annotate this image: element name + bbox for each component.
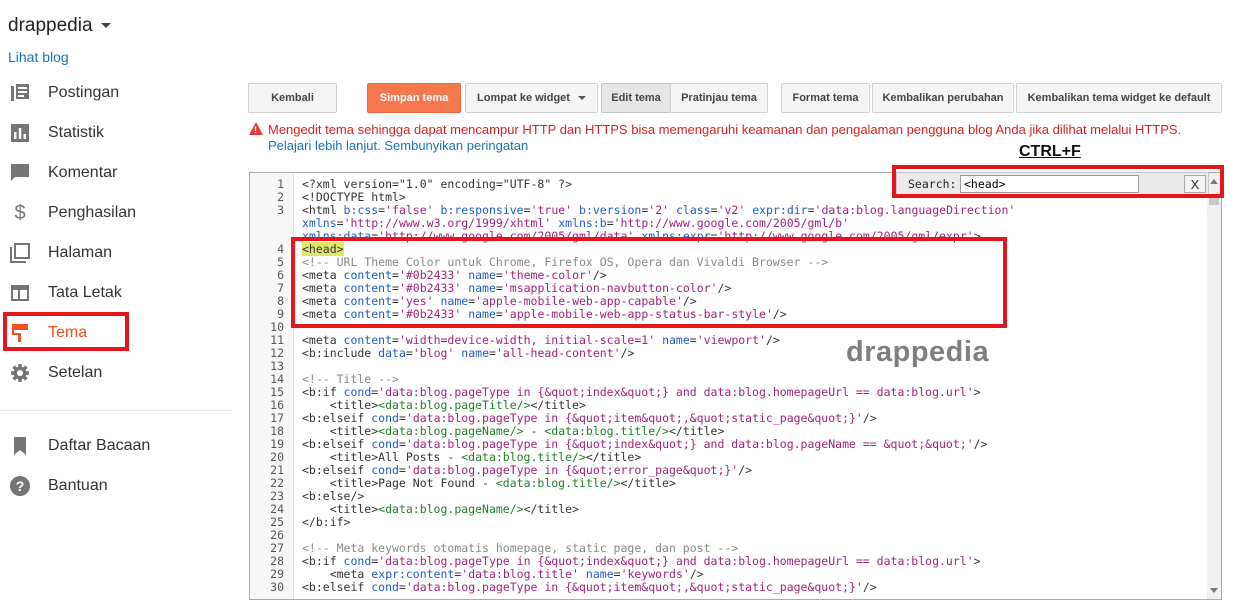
jump-to-widget-dropdown[interactable]: Lompat ke widget — [465, 83, 598, 113]
code-text: <b:include data='blog' name='all-head-co… — [302, 346, 635, 360]
edit-theme-button[interactable]: Edit tema — [601, 83, 671, 113]
code-line[interactable]: 12 <b:include data='blog' name='all-head-… — [250, 347, 1205, 360]
warning-icon: ! — [249, 122, 263, 135]
sidebar-item-tata-letak[interactable]: Tata Letak — [0, 273, 232, 313]
format-theme-button[interactable]: Format tema — [781, 83, 870, 113]
caret-down-icon — [100, 23, 111, 29]
save-theme-button[interactable]: Simpan tema — [367, 83, 461, 113]
search-bar: Search: X — [896, 172, 1209, 196]
comment-icon — [9, 162, 31, 184]
sidebar-item-label: Statistik — [48, 124, 105, 141]
sidebar-item-label: Tema — [48, 324, 88, 341]
sidebar-item-postingan[interactable]: Postingan — [0, 73, 232, 113]
scroll-thumb[interactable] — [1209, 197, 1219, 205]
back-button[interactable]: Kembali — [248, 83, 337, 113]
dismiss-warning-link[interactable]: Sembunyikan peringatan — [384, 138, 528, 153]
revert-changes-button[interactable]: Kembalikan perubahan — [872, 83, 1014, 113]
scroll-up-arrow-icon[interactable] — [1210, 179, 1218, 184]
sidebar-item-label: Postingan — [48, 84, 120, 101]
sidebar-item-daftar-bacaan[interactable]: Daftar Bacaan — [0, 426, 232, 466]
sidebar-item-label: Halaman — [48, 244, 113, 261]
blog-name: drappedia — [8, 15, 93, 36]
sidebar-item-label: Setelan — [48, 364, 103, 381]
sidebar-item-label: Daftar Bacaan — [48, 437, 151, 454]
close-search-button[interactable]: X — [1184, 175, 1206, 193]
layout-icon — [9, 282, 31, 304]
scroll-down-arrow-icon[interactable] — [1210, 588, 1218, 593]
warning-links: Pelajari lebih lanjut. Sembunyikan perin… — [268, 138, 528, 153]
code-line[interactable]: 24 <title><data:blog.pageName/></title> — [250, 503, 1205, 516]
search-label: Search: — [908, 177, 957, 191]
stats-icon — [9, 122, 31, 144]
sidebar-item-label: Tata Letak — [48, 284, 122, 301]
blog-selector[interactable]: drappedia — [8, 15, 111, 37]
search-input[interactable] — [960, 175, 1139, 193]
gear-icon — [9, 362, 31, 384]
sidebar-item-label: Bantuan — [48, 477, 108, 494]
code-line[interactable]: 9 <meta content='#0b2433' name='apple-mob… — [250, 308, 1205, 321]
sidebar-item-halaman[interactable]: Halaman — [0, 233, 232, 273]
code-text: </b:if> — [302, 515, 351, 529]
jump-to-widget-label: Lompat ke widget — [477, 92, 570, 104]
sidebar-item-tema[interactable]: Tema — [0, 313, 232, 353]
ctrl-f-hint: CTRL+F — [1019, 143, 1081, 160]
line-number: 3 — [277, 203, 284, 217]
view-blog-link[interactable]: Lihat blog — [8, 49, 69, 65]
sidebar-item-statistik[interactable]: Statistik — [0, 113, 232, 153]
sidebar: drappedia Lihat blog Postingan Statistik… — [0, 0, 235, 600]
svg-text:?: ? — [16, 478, 25, 494]
learn-more-link[interactable]: Pelajari lebih lanjut. — [268, 138, 381, 153]
preview-theme-button[interactable]: Pratinjau tema — [670, 83, 768, 113]
warning-message: ! Mengedit tema sehingga dapat mencampur … — [249, 122, 1181, 137]
paint-roller-icon — [9, 322, 31, 344]
sidebar-item-bantuan[interactable]: ? Bantuan — [0, 466, 232, 506]
warning-text: Mengedit tema sehingga dapat mencampur H… — [268, 122, 1182, 137]
editor-scrollbar[interactable] — [1207, 173, 1221, 599]
help-icon: ? — [9, 475, 31, 497]
caret-down-icon — [577, 96, 586, 100]
code-editor[interactable]: 1 <?xml version="1.0" encoding="UTF-8" ?>… — [249, 172, 1222, 600]
pages-icon — [9, 242, 31, 264]
code-line[interactable]: 22 <title>Page Not Found - <data:blog.ti… — [250, 477, 1205, 490]
code-text: xmlns:data='http://www.google.com/2005/g… — [302, 229, 981, 243]
code-line[interactable]: 30 <b:elseif cond='data:blog.pageType in … — [250, 581, 1205, 594]
code-line[interactable]: xmlns:data='http://www.google.com/2005/g… — [250, 230, 1205, 243]
line-number: 30 — [270, 580, 284, 594]
code-text: <b:elseif cond='data:blog.pageType in {&… — [302, 580, 877, 594]
bookmark-icon — [9, 435, 31, 457]
code-line[interactable]: 25 </b:if> — [250, 516, 1205, 529]
sidebar-divider — [0, 410, 232, 411]
watermark: drappedia — [846, 336, 990, 368]
sidebar-item-label: Komentar — [48, 164, 118, 181]
sidebar-item-penghasilan[interactable]: $ Penghasilan — [0, 193, 232, 233]
dollar-icon: $ — [14, 201, 26, 224]
posts-icon — [9, 82, 31, 104]
revert-widget-templates-button[interactable]: Kembalikan tema widget ke default — [1016, 83, 1222, 113]
code-text: <meta content='#0b2433' name='apple-mobi… — [302, 307, 787, 321]
sidebar-item-setelan[interactable]: Setelan — [0, 353, 232, 393]
sidebar-item-komentar[interactable]: Komentar — [0, 153, 232, 193]
sidebar-item-label: Penghasilan — [48, 204, 137, 221]
